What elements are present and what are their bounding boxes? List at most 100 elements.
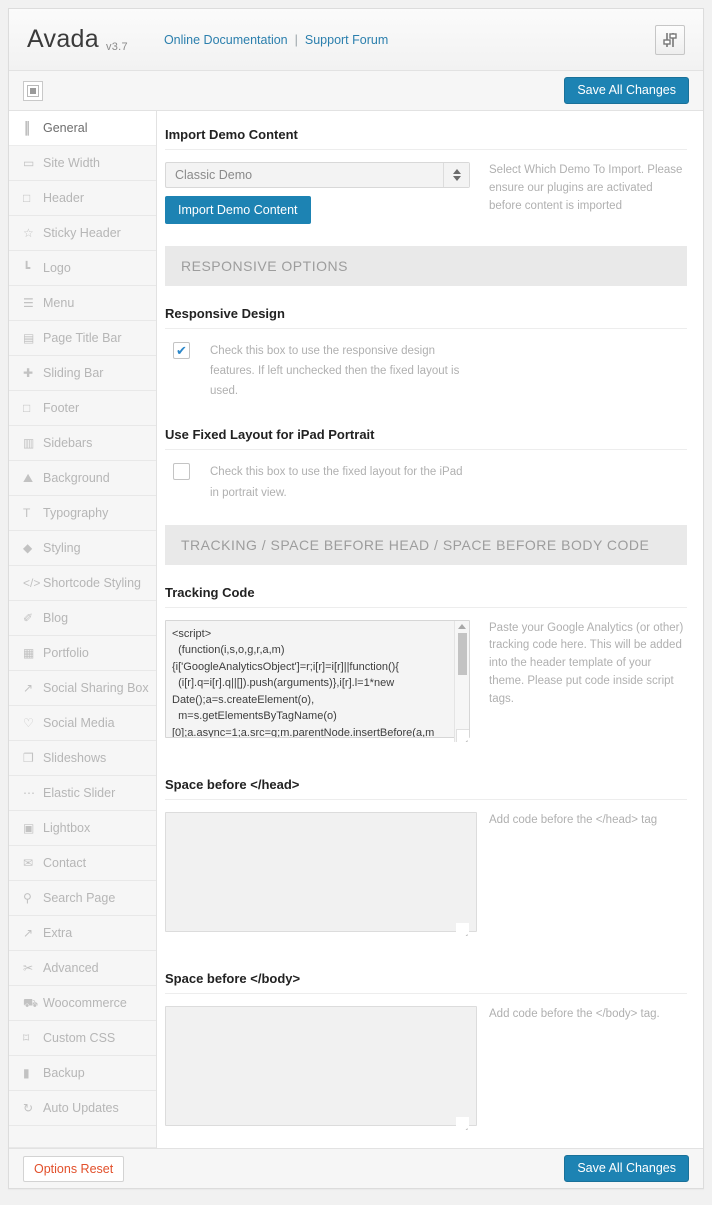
scroll-up-icon[interactable] xyxy=(458,623,466,629)
sidebar-item-social-media[interactable]: ♡ Social Media xyxy=(9,706,156,741)
import-demo-row: Classic Demo Import Demo Content Select … xyxy=(165,162,687,224)
resize-handle-icon[interactable] xyxy=(456,1116,469,1130)
sidebar-item-elastic-slider[interactable]: ⋯ Elastic Slider xyxy=(9,776,156,811)
sidebar-item-portfolio[interactable]: ▦ Portfolio xyxy=(9,636,156,671)
sidebar-item-label: Logo xyxy=(43,261,71,275)
tracking-code-area xyxy=(165,619,470,743)
database-icon: ▮ xyxy=(23,1066,30,1080)
sidebar-filler xyxy=(9,1126,156,1148)
envelope-icon: ✉ xyxy=(23,856,34,870)
resize-handle-icon[interactable] xyxy=(456,728,469,742)
options-panel: Avada v3.7 Online Documentation | Support F… xyxy=(8,8,704,1189)
sidebar-item-page-title-bar[interactable]: ▤ Page Title Bar xyxy=(9,321,156,356)
square-outline-icon: □ xyxy=(23,401,31,415)
sidebar-item-search-page[interactable]: ⚲ Search Page xyxy=(9,881,156,916)
sliders-icon[interactable] xyxy=(655,24,685,55)
sidebar-item-social-sharing-box[interactable]: ↗ Social Sharing Box xyxy=(9,671,156,706)
sidebar-item-auto-updates[interactable]: ↻ Auto Updates xyxy=(9,1091,156,1126)
sidebar-item-label: Shortcode Styling xyxy=(43,576,141,590)
sidebar-item-extra[interactable]: ↗ Extra xyxy=(9,916,156,951)
space-head-area xyxy=(165,811,477,937)
sidebar-item-label: Search Page xyxy=(43,891,116,905)
sidebar-item-contact[interactable]: ✉ Contact xyxy=(9,846,156,881)
scrollbar-thumb[interactable] xyxy=(457,632,467,675)
image-icon: ⛰ xyxy=(23,471,34,485)
sidebar-item-header[interactable]: □ Header xyxy=(9,181,156,216)
online-documentation-link[interactable]: Online Documentation xyxy=(164,33,288,47)
sidebar-item-slideshows[interactable]: ❐ Slideshows xyxy=(9,741,156,776)
sidebar-item-menu[interactable]: ☰ Menu xyxy=(9,286,156,321)
sidebar-item-backup[interactable]: ▮ Backup xyxy=(9,1056,156,1091)
sidebar-item-sticky-header[interactable]: ☆ Sticky Header xyxy=(9,216,156,251)
fixed-layout-checkbox[interactable] xyxy=(173,463,190,481)
sidebar-item-label: Background xyxy=(43,471,110,485)
sidebar-item-label: Footer xyxy=(43,401,80,415)
support-forum-link[interactable]: Support Forum xyxy=(305,33,388,47)
divider xyxy=(165,798,687,800)
sidebar-item-label: Sticky Header xyxy=(43,226,121,240)
tracking-code-row: Paste your Google Analytics (or other) t… xyxy=(165,619,687,743)
sidebar-item-custom-css[interactable]: ⌑ Custom CSS xyxy=(9,1021,156,1056)
star-icon: ☆ xyxy=(23,226,34,240)
heart-icon: ♡ xyxy=(23,716,34,730)
sidebar-item-background[interactable]: ⛰ Background xyxy=(9,461,156,496)
tracking-code-field-wrap xyxy=(165,619,477,743)
import-demo-content-button[interactable]: Import Demo Content xyxy=(165,196,311,224)
sidebar-item-shortcode-styling[interactable]: </> Shortcode Styling xyxy=(9,566,156,601)
sidebar-item-label: Menu xyxy=(43,296,75,310)
brand-version: v3.7 xyxy=(105,41,128,53)
sidebar-item-logo[interactable]: ┗ Logo xyxy=(9,251,156,286)
sidebar-item-general[interactable]: ║ General xyxy=(9,111,156,146)
sidebar-item-label: General xyxy=(43,121,88,135)
save-all-changes-button-bottom[interactable]: Save All Changes xyxy=(564,1155,689,1182)
chevron-updown-icon[interactable] xyxy=(443,163,469,187)
divider xyxy=(165,328,687,329)
sidebar-item-lightbox[interactable]: ▣ Lightbox xyxy=(9,811,156,846)
sidebar-item-styling[interactable]: ◆ Styling xyxy=(9,531,156,566)
sidebar-item-sidebars[interactable]: ▥ Sidebars xyxy=(9,426,156,461)
window-icon: ▤ xyxy=(23,331,35,345)
options-reset-button[interactable]: Options Reset xyxy=(23,1155,125,1182)
sidebar-item-typography[interactable]: T Typography xyxy=(9,496,156,531)
sidebar-item-blog[interactable]: ✐ Blog xyxy=(9,601,156,636)
space-before-body-row: Add code before the </body> tag. xyxy=(165,1005,687,1131)
sidebar-item-site-width[interactable]: ▭ Site Width xyxy=(9,146,156,181)
sidebar-item-sliding-bar[interactable]: ✚ Sliding Bar xyxy=(9,356,156,391)
demo-select[interactable]: Classic Demo xyxy=(165,162,470,188)
sidebar-item-label: Social Media xyxy=(43,716,115,730)
space-before-head-row: Add code before the </head> tag xyxy=(165,811,687,937)
text-t-icon: T xyxy=(23,506,31,520)
sidebar-item-label: Sidebars xyxy=(43,436,93,450)
plus-icon: ✚ xyxy=(23,366,34,380)
space-body-field-wrap xyxy=(165,1005,477,1131)
sidebar-item-label: Page Title Bar xyxy=(43,331,122,345)
refresh-icon: ↻ xyxy=(23,1101,34,1115)
header-links: Online Documentation | Support Forum xyxy=(164,33,388,47)
responsive-design-description: Check this box to use the responsive des… xyxy=(210,345,460,398)
app-header: Avada v3.7 Online Documentation | Support F… xyxy=(9,9,703,71)
sidebar-item-label: Header xyxy=(43,191,84,205)
textarea-scrollbar[interactable] xyxy=(454,620,469,742)
checkmark-icon: ✔ xyxy=(176,343,187,358)
corner-icon: ┗ xyxy=(23,261,31,275)
external-link-icon: ↗ xyxy=(23,926,34,940)
space-before-body-description: Add code before the </body> tag. xyxy=(489,1007,660,1020)
resize-handle-icon[interactable] xyxy=(456,922,469,936)
import-demo-controls: Classic Demo Import Demo Content xyxy=(165,162,477,224)
space-before-body-input[interactable] xyxy=(165,1005,477,1126)
divider xyxy=(165,449,687,451)
sidebar-item-woocommerce[interactable]: ⛟ Woocommerce xyxy=(9,986,156,1021)
tracking-code-input[interactable] xyxy=(165,619,470,738)
responsive-options-band: RESPONSIVE OPTIONS xyxy=(165,246,687,286)
square-panel-icon[interactable] xyxy=(23,80,43,101)
sidebar-item-label: Contact xyxy=(43,856,87,870)
responsive-design-checkbox[interactable]: ✔ xyxy=(173,342,190,359)
sidebar-item-footer[interactable]: □ Footer xyxy=(9,391,156,426)
divider xyxy=(165,992,687,994)
space-body-area xyxy=(165,1005,477,1131)
sidebar-item-label: Social Sharing Box xyxy=(43,681,149,695)
save-all-changes-button-top[interactable]: Save All Changes xyxy=(564,77,689,104)
sidebar-item-advanced[interactable]: ✂ Advanced xyxy=(9,951,156,986)
space-before-head-input[interactable] xyxy=(165,811,477,932)
main-content: Import Demo Content Classic Demo Import … xyxy=(157,111,703,1148)
